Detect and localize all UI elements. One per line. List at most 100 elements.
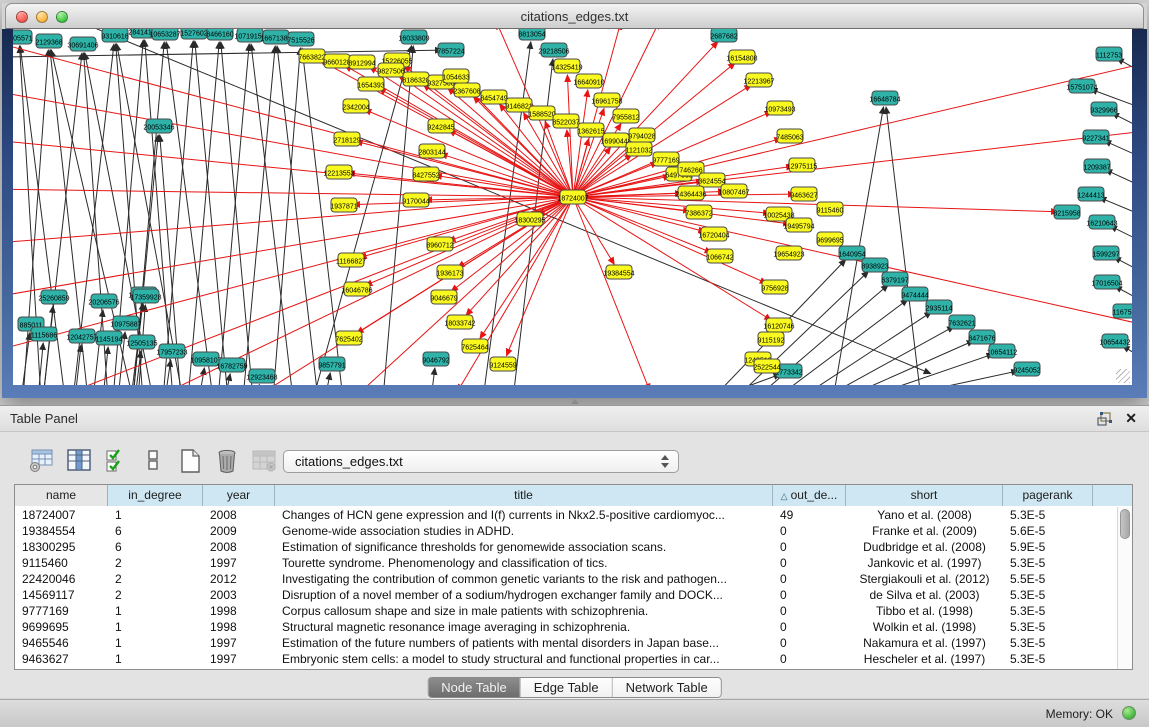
graph-node[interactable]: 2718129	[333, 132, 360, 146]
table-options-icon[interactable]	[28, 447, 56, 474]
table-row[interactable]: 977716911998Corpus callosum shape and si…	[15, 603, 1117, 619]
graph-node[interactable]: 9756928	[761, 280, 788, 294]
tab-edge-table[interactable]: Edge Table	[520, 678, 612, 697]
table-row[interactable]: 946554611997Estimation of the future num…	[15, 635, 1117, 651]
graph-edge[interactable]	[573, 197, 771, 320]
column-header-title[interactable]: title	[275, 485, 773, 506]
table-row[interactable]: 1938455462009Genome-wide association stu…	[15, 523, 1117, 539]
graph-node[interactable]: 8454749	[480, 90, 507, 104]
graph-edge[interactable]	[93, 310, 103, 385]
graph-node[interactable]: 9124559	[489, 357, 516, 371]
graph-node[interactable]: 9115460	[817, 202, 844, 216]
graph-node[interactable]: 11166827	[336, 253, 366, 267]
graph-node[interactable]: 10973493	[764, 101, 795, 115]
graph-node[interactable]: 16648784	[869, 91, 900, 105]
graph-edge[interactable]	[1117, 58, 1132, 84]
graph-node[interactable]: 8427552	[412, 167, 439, 181]
close-panel-icon[interactable]: ✕	[1125, 410, 1137, 427]
select-all-icon[interactable]	[102, 447, 130, 474]
graph-edge[interactable]	[218, 44, 249, 385]
graph-node[interactable]: 18033742	[444, 315, 475, 329]
graph-edge[interactable]	[573, 197, 614, 264]
graph-node[interactable]: 16154808	[726, 50, 757, 64]
graph-node[interactable]: 2803144	[418, 144, 445, 158]
graph-node[interactable]: 9474444	[901, 287, 928, 301]
graph-edge[interactable]	[277, 46, 318, 385]
graph-node[interactable]: 9245052	[1013, 362, 1040, 376]
graph-edge[interactable]	[75, 345, 81, 385]
graph-node[interactable]: 12975115	[787, 158, 818, 172]
graph-node[interactable]: 8813054	[518, 29, 545, 40]
graph-node[interactable]: 8912994	[348, 55, 375, 69]
graph-node[interactable]: 2342004	[342, 99, 369, 113]
graph-node[interactable]: 1244413	[1077, 187, 1104, 201]
graph-edge[interactable]	[886, 107, 921, 385]
graph-node[interactable]: 1936173	[436, 265, 463, 279]
graph-node[interactable]: 9777169	[652, 152, 679, 166]
graph-node[interactable]: 17359928	[130, 289, 161, 303]
graph-node[interactable]: 8471676	[968, 330, 995, 344]
tab-node-table[interactable]: Node Table	[428, 678, 520, 697]
graph-edge[interactable]	[1123, 346, 1132, 371]
tab-network-table[interactable]: Network Table	[612, 678, 721, 697]
graph-node[interactable]: 16961758	[591, 93, 622, 107]
graph-node[interactable]: 2935114	[926, 300, 953, 314]
graph-node[interactable]: 6379197	[881, 272, 908, 286]
graph-node[interactable]: 16640910	[573, 74, 604, 88]
graph-node[interactable]: 10653287	[149, 29, 180, 40]
graph-node[interactable]: 8186328	[402, 72, 429, 86]
graph-edge[interactable]	[1112, 113, 1132, 139]
graph-node[interactable]: 1640954	[838, 246, 865, 260]
column-header-in-degree[interactable]: in_degree	[108, 485, 203, 506]
table-row[interactable]: 946362711997Embryonic stem cells: a mode…	[15, 651, 1117, 667]
new-file-icon[interactable]	[176, 447, 204, 474]
graph-node[interactable]: 8215958	[1053, 205, 1080, 219]
graph-edge[interactable]	[887, 371, 1018, 385]
graph-edge[interactable]	[243, 46, 275, 385]
graph-node[interactable]: 12213553	[323, 165, 354, 179]
graph-node[interactable]: 8960712	[426, 237, 453, 251]
table-row[interactable]: 911546021997Tourette syndrome. Phenomeno…	[15, 555, 1117, 571]
graph-node[interactable]: 1209387	[1083, 159, 1110, 173]
graph-node[interactable]: 20206576	[88, 294, 119, 308]
table-vertical-scrollbar[interactable]	[1117, 507, 1132, 669]
graph-node[interactable]: 1112753	[1096, 47, 1122, 61]
graph-node[interactable]: 20053346	[143, 119, 174, 133]
graph-node[interactable]: 8522037	[552, 114, 579, 128]
memory-status-icon[interactable]	[1122, 706, 1136, 720]
graph-edge[interactable]	[43, 306, 53, 385]
column-header-out-de-[interactable]: △out_de...	[773, 485, 846, 506]
graph-node[interactable]: 1588520	[528, 106, 555, 120]
delete-table-icon[interactable]	[250, 447, 278, 474]
graph-edge[interactable]	[221, 42, 253, 385]
graph-node[interactable]: 24364436	[675, 186, 706, 200]
graph-node[interactable]: 2687682	[710, 29, 737, 42]
graph-node[interactable]: 1527602	[180, 29, 207, 39]
graph-node[interactable]: 29218506	[538, 43, 569, 57]
graph-node[interactable]: 12505135	[126, 335, 157, 349]
graph-edge[interactable]	[353, 197, 573, 205]
graph-node[interactable]: 2367608	[453, 83, 480, 97]
graph-edge[interactable]	[188, 42, 219, 385]
graph-node[interactable]: 2522544	[753, 359, 780, 373]
graph-node[interactable]: 15751074	[1066, 79, 1097, 93]
graph-node[interactable]: 2129368	[35, 34, 62, 48]
graph-edge[interactable]	[713, 374, 781, 385]
graph-node[interactable]: 7386372	[685, 205, 712, 219]
column-header-name[interactable]: name	[15, 485, 108, 506]
graph-node[interactable]: 9827506	[377, 63, 404, 77]
graph-edge[interactable]	[21, 333, 30, 385]
graph-node[interactable]: 1654393	[357, 77, 384, 91]
graph-node[interactable]: 12923468	[246, 369, 277, 383]
graph-node[interactable]: 18724007	[557, 190, 588, 204]
panel-divider-handle[interactable]	[567, 399, 581, 404]
graph-node[interactable]: 10975887	[110, 316, 141, 330]
graph-node[interactable]: 9046792	[422, 352, 449, 366]
graph-node[interactable]: 14325419	[551, 59, 582, 73]
graph-node[interactable]: 9170044	[402, 193, 429, 207]
graph-node[interactable]: 7625464	[461, 339, 488, 353]
graph-node[interactable]: 7625402	[335, 331, 362, 345]
graph-node[interactable]: 9046679	[430, 290, 457, 304]
table-row[interactable]: 1830029562008Estimation of significance …	[15, 539, 1117, 555]
graph-node[interactable]: 1054633	[442, 69, 469, 83]
